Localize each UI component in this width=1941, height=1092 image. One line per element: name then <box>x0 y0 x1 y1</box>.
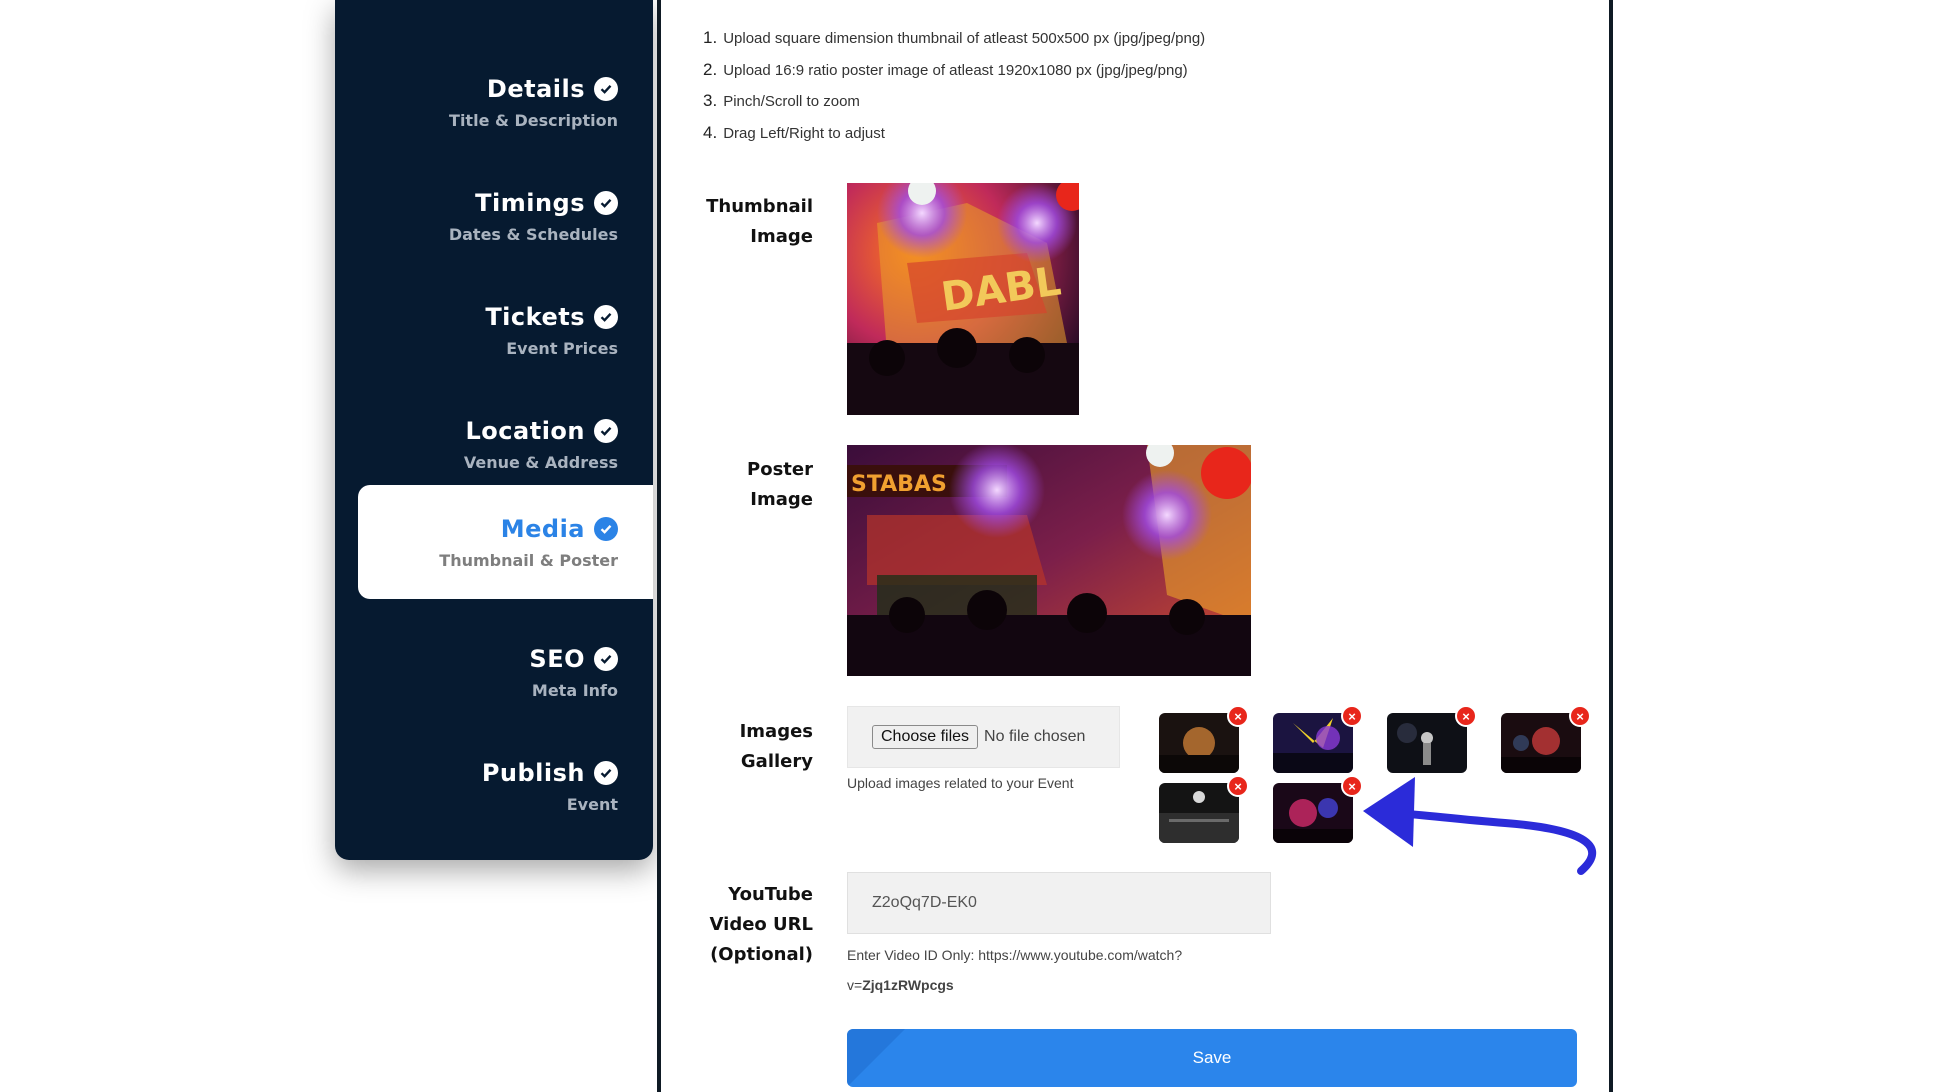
youtube-help-text: Enter Video ID Only: https://www.youtube… <box>847 947 1183 993</box>
remove-image-button[interactable]: × <box>1569 705 1591 727</box>
thumbnail-label: Thumbnail Image <box>706 196 813 247</box>
poster-label: Poster Image <box>747 459 813 510</box>
gallery-file-input[interactable]: Choose files No file chosen <box>847 706 1120 768</box>
instruction-item: 2. Upload 16:9 ratio poster image of atle… <box>703 59 1188 79</box>
thumbnail-image-cropper[interactable]: DABL <box>847 183 1079 415</box>
upload-instructions: 1. Upload square dimension thumbnail of a… <box>703 28 1205 154</box>
poster-overlay-text: STABAS <box>851 472 947 497</box>
sidebar-item-title: Media <box>500 515 585 543</box>
gallery-label: Images Gallery <box>739 721 813 772</box>
sidebar-item-publish[interactable]: Publish Event <box>335 729 653 843</box>
gallery-image[interactable]: × <box>1159 705 1249 773</box>
no-file-text: No file chosen <box>984 728 1086 745</box>
gallery-image[interactable]: × <box>1273 775 1363 843</box>
sidebar-item-subtitle: Event <box>566 795 618 814</box>
instruction-item: 1. Upload square dimension thumbnail of a… <box>703 28 1206 47</box>
instruction-item: 4. Drag Left/Right to adjust <box>703 122 885 142</box>
sidebar-item-title: Publish <box>481 759 585 787</box>
youtube-label: YouTube Video URL (Optional) <box>709 884 813 965</box>
annotation-arrow-icon <box>1363 777 1597 875</box>
sidebar-item-subtitle: Venue & Address <box>463 453 618 472</box>
sidebar-item-tickets[interactable]: Tickets Event Prices <box>335 273 653 387</box>
sidebar-item-title: Tickets <box>485 303 585 331</box>
sidebar-item-seo[interactable]: SEO Meta Info <box>335 615 653 729</box>
sidebar-item-media[interactable]: Media Thumbnail & Poster <box>358 485 653 599</box>
remove-image-button[interactable]: × <box>1455 705 1477 727</box>
gallery-help-text: Upload images related to your Event <box>847 775 1074 791</box>
gallery-image[interactable]: × <box>1501 705 1591 773</box>
remove-image-button[interactable]: × <box>1227 705 1249 727</box>
sidebar-item-title: Timings <box>475 189 585 217</box>
sidebar-item-subtitle: Title & Description <box>449 111 618 130</box>
sidebar-item-subtitle: Dates & Schedules <box>448 225 618 244</box>
instruction-item: 3. Pinch/Scroll to zoom <box>703 91 860 110</box>
choose-files-button[interactable]: Choose files <box>872 725 979 749</box>
sidebar-item-title: SEO <box>529 645 585 673</box>
check-icon <box>594 647 618 671</box>
sidebar-item-timings[interactable]: Timings Dates & Schedules <box>335 159 653 273</box>
gallery-image[interactable]: × <box>1387 705 1477 773</box>
wizard-sidebar: Details Title & Description Timings Date… <box>335 0 653 860</box>
check-icon <box>594 305 618 329</box>
poster-image-cropper[interactable]: STABAS <box>847 445 1251 676</box>
check-icon <box>594 517 618 541</box>
sidebar-item-location[interactable]: Location Venue & Address <box>335 387 653 501</box>
sidebar-item-title: Details <box>486 75 585 103</box>
remove-image-button[interactable]: × <box>1341 705 1363 727</box>
sidebar-item-subtitle: Thumbnail & Poster <box>439 551 618 570</box>
sidebar-item-title: Location <box>465 417 585 445</box>
check-icon <box>594 77 618 101</box>
sidebar-item-details[interactable]: Details Title & Description <box>335 45 653 159</box>
gallery-image[interactable]: × <box>1273 705 1363 773</box>
remove-image-button[interactable]: × <box>1227 775 1249 797</box>
check-icon <box>594 419 618 443</box>
sidebar-item-subtitle: Meta Info <box>531 681 618 700</box>
sidebar-item-subtitle: Event Prices <box>506 339 618 358</box>
save-button[interactable]: Save <box>847 1029 1577 1087</box>
gallery-image[interactable]: × <box>1159 775 1249 843</box>
youtube-video-id-input[interactable] <box>847 872 1271 934</box>
